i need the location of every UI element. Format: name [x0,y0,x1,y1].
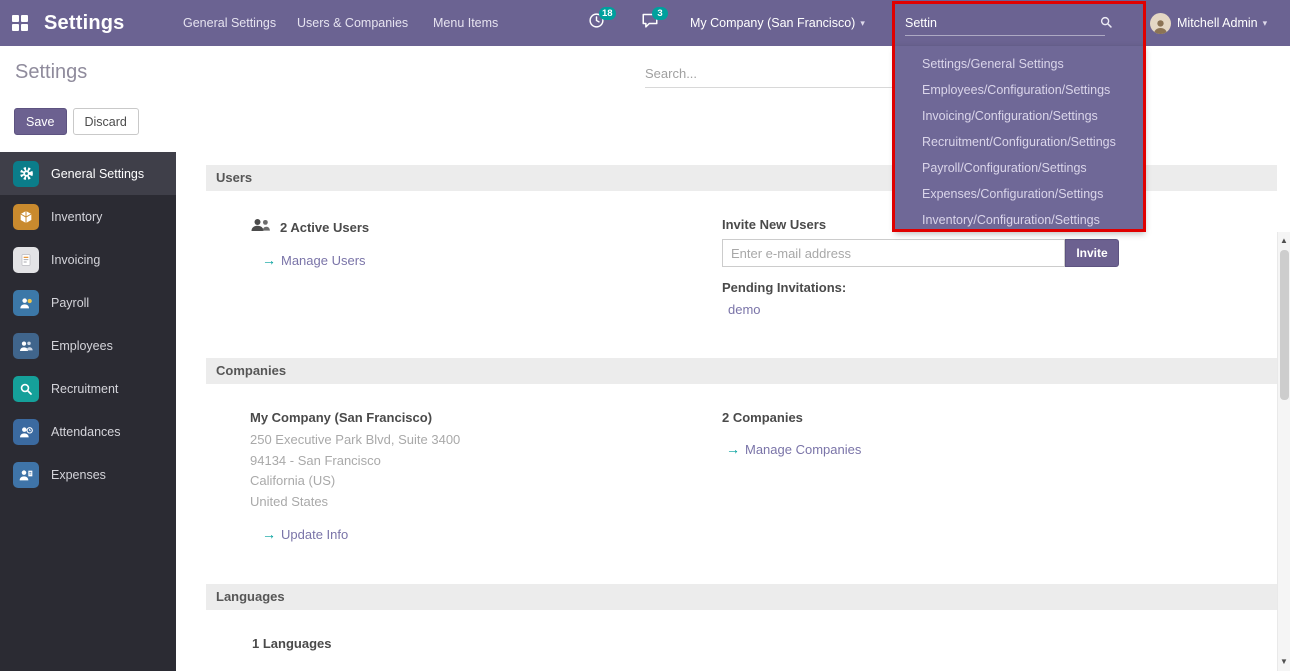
nav-menu-menu-items[interactable]: Menu Items [433,0,498,46]
search-results-dropdown: Settings/General Settings Employees/Conf… [895,46,1145,232]
company-address-line: 250 Executive Park Blvd, Suite 3400 [250,430,722,451]
inventory-box-icon [13,204,39,230]
recruitment-magnifier-icon [13,376,39,402]
company-switcher-label: My Company (San Francisco) [690,16,855,30]
expenses-icon [13,462,39,488]
nav-menu-general-settings[interactable]: General Settings [183,0,276,46]
manage-languages-link[interactable]: → Manage Languages [252,667,386,671]
sidebar-item-label: Payroll [51,296,89,310]
search-result-item[interactable]: Recruitment/Configuration/Settings [895,129,1145,155]
pending-invite-demo-link[interactable]: demo [728,302,761,317]
company-name: My Company (San Francisco) [250,410,722,425]
sidebar-item-expenses[interactable]: Expenses [0,453,176,496]
sidebar-item-employees[interactable]: Employees [0,324,176,367]
arrow-right-icon: → [262,526,276,542]
sidebar-item-recruitment[interactable]: Recruitment [0,367,176,410]
languages-count: 1 Languages [252,636,1277,651]
payroll-icon [13,290,39,316]
manage-users-link[interactable]: → Manage Users [262,252,366,268]
search-result-item[interactable]: Payroll/Configuration/Settings [895,155,1145,181]
avatar [1150,13,1171,34]
update-info-link[interactable]: → Update Info [262,526,348,542]
sidebar-item-label: General Settings [51,167,144,181]
companies-section-header: Companies [206,358,1277,384]
nav-menu-users-companies[interactable]: Users & Companies [297,0,408,46]
message-count-badge: 3 [652,7,668,20]
manage-companies-link[interactable]: → Manage Companies [726,441,861,457]
search-result-item[interactable]: Employees/Configuration/Settings [895,77,1145,103]
scroll-up-arrow[interactable]: ▲ [1278,234,1290,248]
navbar-search [895,0,1145,46]
save-button[interactable]: Save [14,108,67,135]
settings-search-input[interactable] [645,60,895,88]
users-group-icon [250,217,271,238]
sidebar-item-label: Employees [51,339,113,353]
invite-button[interactable]: Invite [1065,239,1119,267]
sidebar-item-label: Inventory [51,210,102,224]
sidebar-item-attendances[interactable]: Attendances [0,410,176,453]
company-switcher[interactable]: My Company (San Francisco) ▾ [690,0,865,46]
scroll-down-arrow[interactable]: ▼ [1278,655,1290,669]
apps-menu-icon[interactable] [12,0,34,46]
sidebar-item-label: Expenses [51,468,106,482]
arrow-right-icon: → [252,667,266,671]
pending-invitations-label: Pending Invitations: [722,280,1277,295]
attendances-icon [13,419,39,445]
search-icon[interactable] [1099,15,1113,34]
user-menu[interactable]: Mitchell Admin ▾ [1150,0,1267,46]
page-title: Settings [15,61,87,84]
chevron-down-icon: ▾ [860,18,865,29]
invoicing-document-icon [13,247,39,273]
active-users-count: 2 Active Users [280,220,369,235]
search-result-item[interactable]: Inventory/Configuration/Settings [895,207,1145,233]
invite-email-field[interactable] [722,239,1065,267]
company-address-line: 94134 - San Francisco [250,451,722,472]
sidebar-item-general-settings[interactable]: General Settings [0,152,176,195]
discard-button[interactable]: Discard [73,108,139,135]
messages-button[interactable]: 3 [641,0,659,46]
sidebar-item-payroll[interactable]: Payroll [0,281,176,324]
sidebar-item-label: Recruitment [51,382,118,396]
sidebar-item-label: Attendances [51,425,121,439]
company-address-line: United States [250,492,722,513]
search-result-item[interactable]: Expenses/Configuration/Settings [895,181,1145,207]
settings-sidebar: General Settings Inventory Invoicing Pay… [0,152,176,671]
search-result-item[interactable]: Settings/General Settings [895,51,1145,77]
top-navbar: Settings General Settings Users & Compan… [0,0,1290,46]
activities-button[interactable]: 18 [588,0,605,46]
arrow-right-icon: → [726,441,740,457]
companies-count: 2 Companies [722,410,1277,425]
navbar-app-title: Settings [44,0,125,46]
sidebar-item-inventory[interactable]: Inventory [0,195,176,238]
navbar-search-input[interactable] [905,10,1105,36]
arrow-right-icon: → [262,252,276,268]
chevron-down-icon: ▾ [1263,18,1268,29]
scrollbar-thumb[interactable] [1280,250,1289,400]
sidebar-item-label: Invoicing [51,253,100,267]
search-result-item[interactable]: Invoicing/Configuration/Settings [895,103,1145,129]
sidebar-item-invoicing[interactable]: Invoicing [0,238,176,281]
employees-icon [13,333,39,359]
languages-section-header: Languages [206,584,1277,610]
activity-count-badge: 18 [599,7,616,20]
user-menu-label: Mitchell Admin [1177,16,1258,30]
company-address-line: California (US) [250,471,722,492]
vertical-scrollbar[interactable]: ▲ ▼ [1277,232,1290,671]
settings-gear-icon [13,161,39,187]
